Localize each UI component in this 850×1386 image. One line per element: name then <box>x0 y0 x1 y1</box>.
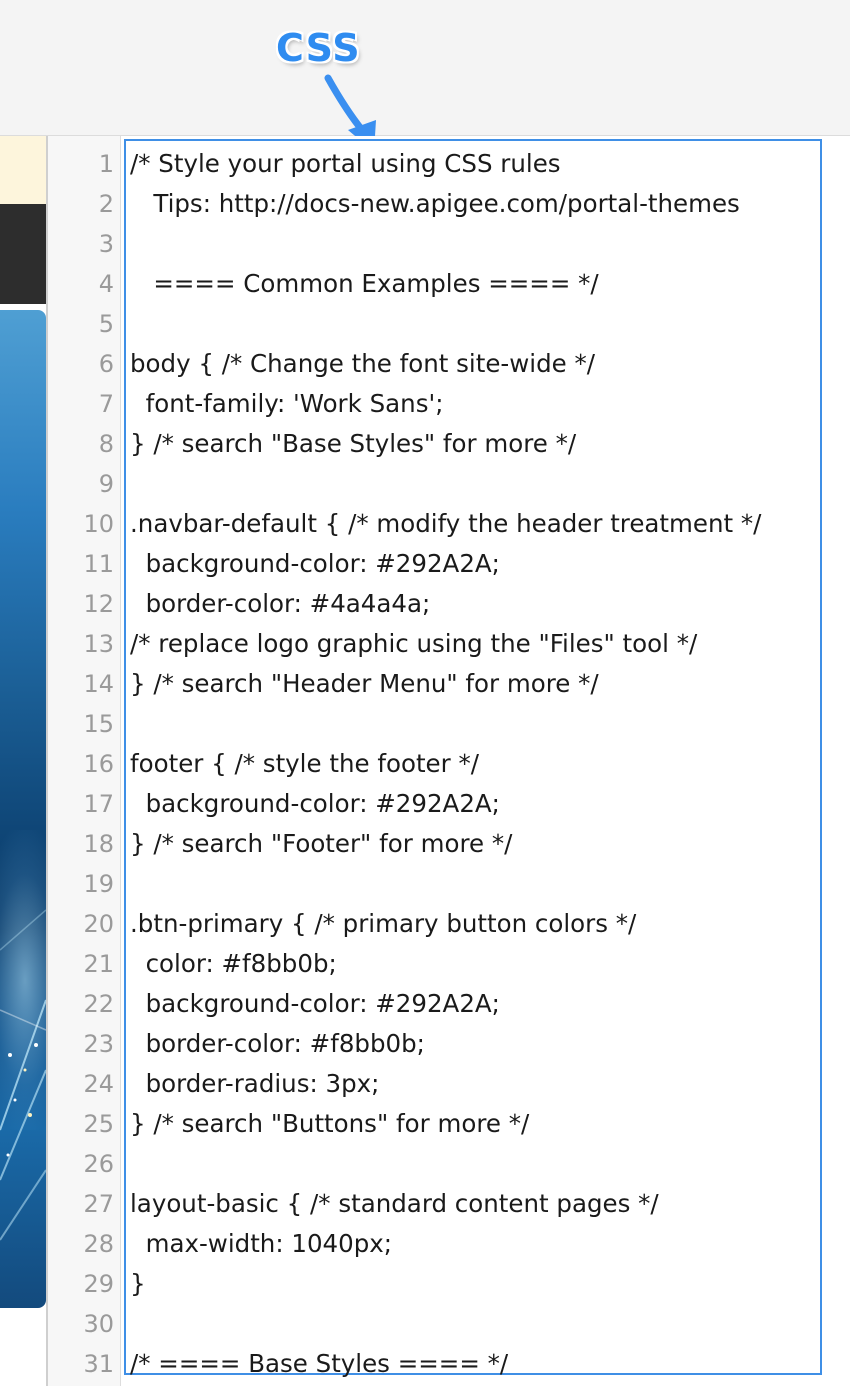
line-number: 6 <box>98 350 114 378</box>
line-number: 9 <box>98 470 114 498</box>
code-text[interactable]: .btn-primary { /* primary button colors … <box>130 904 636 944</box>
code-line[interactable]: 14 } /* search "Header Menu" for more */ <box>48 664 850 704</box>
code-text[interactable]: } /* search "Buttons" for more */ <box>130 1104 529 1144</box>
line-number: 14 <box>83 670 114 698</box>
line-number: 11 <box>83 550 114 578</box>
code-line[interactable]: 17 background-color: #292A2A; <box>48 784 850 824</box>
code-line[interactable]: 4 ==== Common Examples ==== */ <box>48 264 850 304</box>
code-line[interactable]: 29} <box>48 1264 850 1304</box>
code-line[interactable]: 18 } /* search "Footer" for more */ <box>48 824 850 864</box>
line-number: 31 <box>83 1350 114 1378</box>
code-text[interactable]: border-color: #4a4a4a; <box>130 584 431 624</box>
line-number: 13 <box>83 630 114 658</box>
code-line[interactable]: 10 .navbar-default { /* modify the header… <box>48 504 850 544</box>
code-text[interactable]: background-color: #292A2A; <box>130 984 500 1024</box>
line-number: 29 <box>83 1270 114 1298</box>
line-number: 18 <box>83 830 114 858</box>
code-text[interactable]: } /* search "Footer" for more */ <box>130 824 512 864</box>
code-line[interactable]: 6 body { /* Change the font site-wide */ <box>48 344 850 384</box>
code-text[interactable]: } /* search "Header Menu" for more */ <box>130 664 599 704</box>
line-number: 26 <box>83 1150 114 1178</box>
code-line[interactable]: 1 /* Style your portal using CSS rules <box>48 144 850 184</box>
code-line[interactable]: 12 border-color: #4a4a4a; <box>48 584 850 624</box>
code-line[interactable]: 30 <box>48 1304 850 1344</box>
line-number: 27 <box>83 1190 114 1218</box>
code-text[interactable]: ==== Common Examples ==== */ <box>130 264 598 304</box>
code-text[interactable]: layout-basic { /* standard content pages… <box>130 1184 659 1224</box>
code-line[interactable]: 27 layout-basic { /* standard content pag… <box>48 1184 850 1224</box>
line-number: 5 <box>98 310 114 338</box>
code-line[interactable]: 7 font-family: 'Work Sans'; <box>48 384 850 424</box>
code-line[interactable]: 16 footer { /* style the footer */ <box>48 744 850 784</box>
line-number: 7 <box>98 390 114 418</box>
code-text[interactable]: } /* search "Base Styles" for more */ <box>130 424 576 464</box>
code-line[interactable]: 2 Tips: http://docs-new.apigee.com/porta… <box>48 184 850 224</box>
line-number: 16 <box>83 750 114 778</box>
code-line[interactable]: 5 <box>48 304 850 344</box>
line-number: 12 <box>83 590 114 618</box>
line-number: 28 <box>83 1230 114 1258</box>
line-number: 15 <box>83 710 114 738</box>
line-number: 4 <box>98 270 114 298</box>
code-line[interactable]: 13 /* replace logo graphic using the "Fil… <box>48 624 850 664</box>
code-text[interactable]: background-color: #292A2A; <box>130 544 500 584</box>
line-number: 21 <box>83 950 114 978</box>
line-number: 19 <box>83 870 114 898</box>
code-line[interactable]: 20 .btn-primary { /* primary button color… <box>48 904 850 944</box>
line-number: 23 <box>83 1030 114 1058</box>
code-line[interactable]: 19 <box>48 864 850 904</box>
line-number: 20 <box>83 910 114 938</box>
line-number: 3 <box>98 230 114 258</box>
code-line[interactable]: 25 } /* search "Buttons" for more */ <box>48 1104 850 1144</box>
code-line[interactable]: 15 <box>48 704 850 744</box>
code-line[interactable]: 22 background-color: #292A2A; <box>48 984 850 1024</box>
line-number: 24 <box>83 1070 114 1098</box>
code-text[interactable]: max-width: 1040px; <box>130 1224 392 1264</box>
code-line[interactable]: 21 color: #f8bb0b; <box>48 944 850 984</box>
line-number: 1 <box>98 150 114 178</box>
line-number: 25 <box>83 1110 114 1138</box>
code-text[interactable]: body { /* Change the font site-wide */ <box>130 344 595 384</box>
code-line[interactable]: 28 max-width: 1040px; <box>48 1224 850 1264</box>
line-number: 22 <box>83 990 114 1018</box>
code-text[interactable]: .navbar-default { /* modify the header t… <box>130 504 761 544</box>
code-text[interactable]: background-color: #292A2A; <box>130 784 500 824</box>
line-number: 10 <box>83 510 114 538</box>
preview-header <box>0 204 46 304</box>
code-text[interactable]: border-radius: 3px; <box>130 1064 380 1104</box>
top-toolbar <box>0 0 850 136</box>
code-text[interactable]: Tips: http://docs-new.apigee.com/portal-… <box>130 184 739 224</box>
code-line[interactable]: 26 <box>48 1144 850 1184</box>
code-text[interactable]: border-color: #f8bb0b; <box>130 1024 425 1064</box>
line-number: 2 <box>98 190 114 218</box>
code-line[interactable]: 24 border-radius: 3px; <box>48 1064 850 1104</box>
code-line[interactable]: 23 border-color: #f8bb0b; <box>48 1024 850 1064</box>
code-line[interactable]: 31 /* ==== Base Styles ==== */ <box>48 1344 850 1384</box>
line-number: 30 <box>83 1310 114 1338</box>
code-text[interactable]: footer { /* style the footer */ <box>130 744 479 784</box>
code-line[interactable]: 9 <box>48 464 850 504</box>
css-callout-label: CSS <box>276 26 361 70</box>
code-text[interactable]: font-family: 'Work Sans'; <box>130 384 444 424</box>
code-line[interactable]: 8 } /* search "Base Styles" for more */ <box>48 424 850 464</box>
code-line[interactable]: 3 <box>48 224 850 264</box>
code-text[interactable]: } <box>130 1264 146 1304</box>
code-text[interactable]: /* replace logo graphic using the "Files… <box>130 624 697 664</box>
code-text[interactable]: color: #f8bb0b; <box>130 944 337 984</box>
css-code-editor[interactable]: 1/* Style your portal using CSS rules 2 T… <box>48 136 850 1386</box>
line-number: 8 <box>98 430 114 458</box>
preview-banner <box>0 136 46 204</box>
code-text[interactable]: /* Style your portal using CSS rules <box>130 144 561 184</box>
portal-preview-pane <box>0 136 46 1386</box>
code-line[interactable]: 11 background-color: #292A2A; <box>48 544 850 584</box>
line-number: 17 <box>83 790 114 818</box>
code-text[interactable]: /* ==== Base Styles ==== */ <box>130 1344 508 1384</box>
preview-hero-image <box>0 310 46 1308</box>
